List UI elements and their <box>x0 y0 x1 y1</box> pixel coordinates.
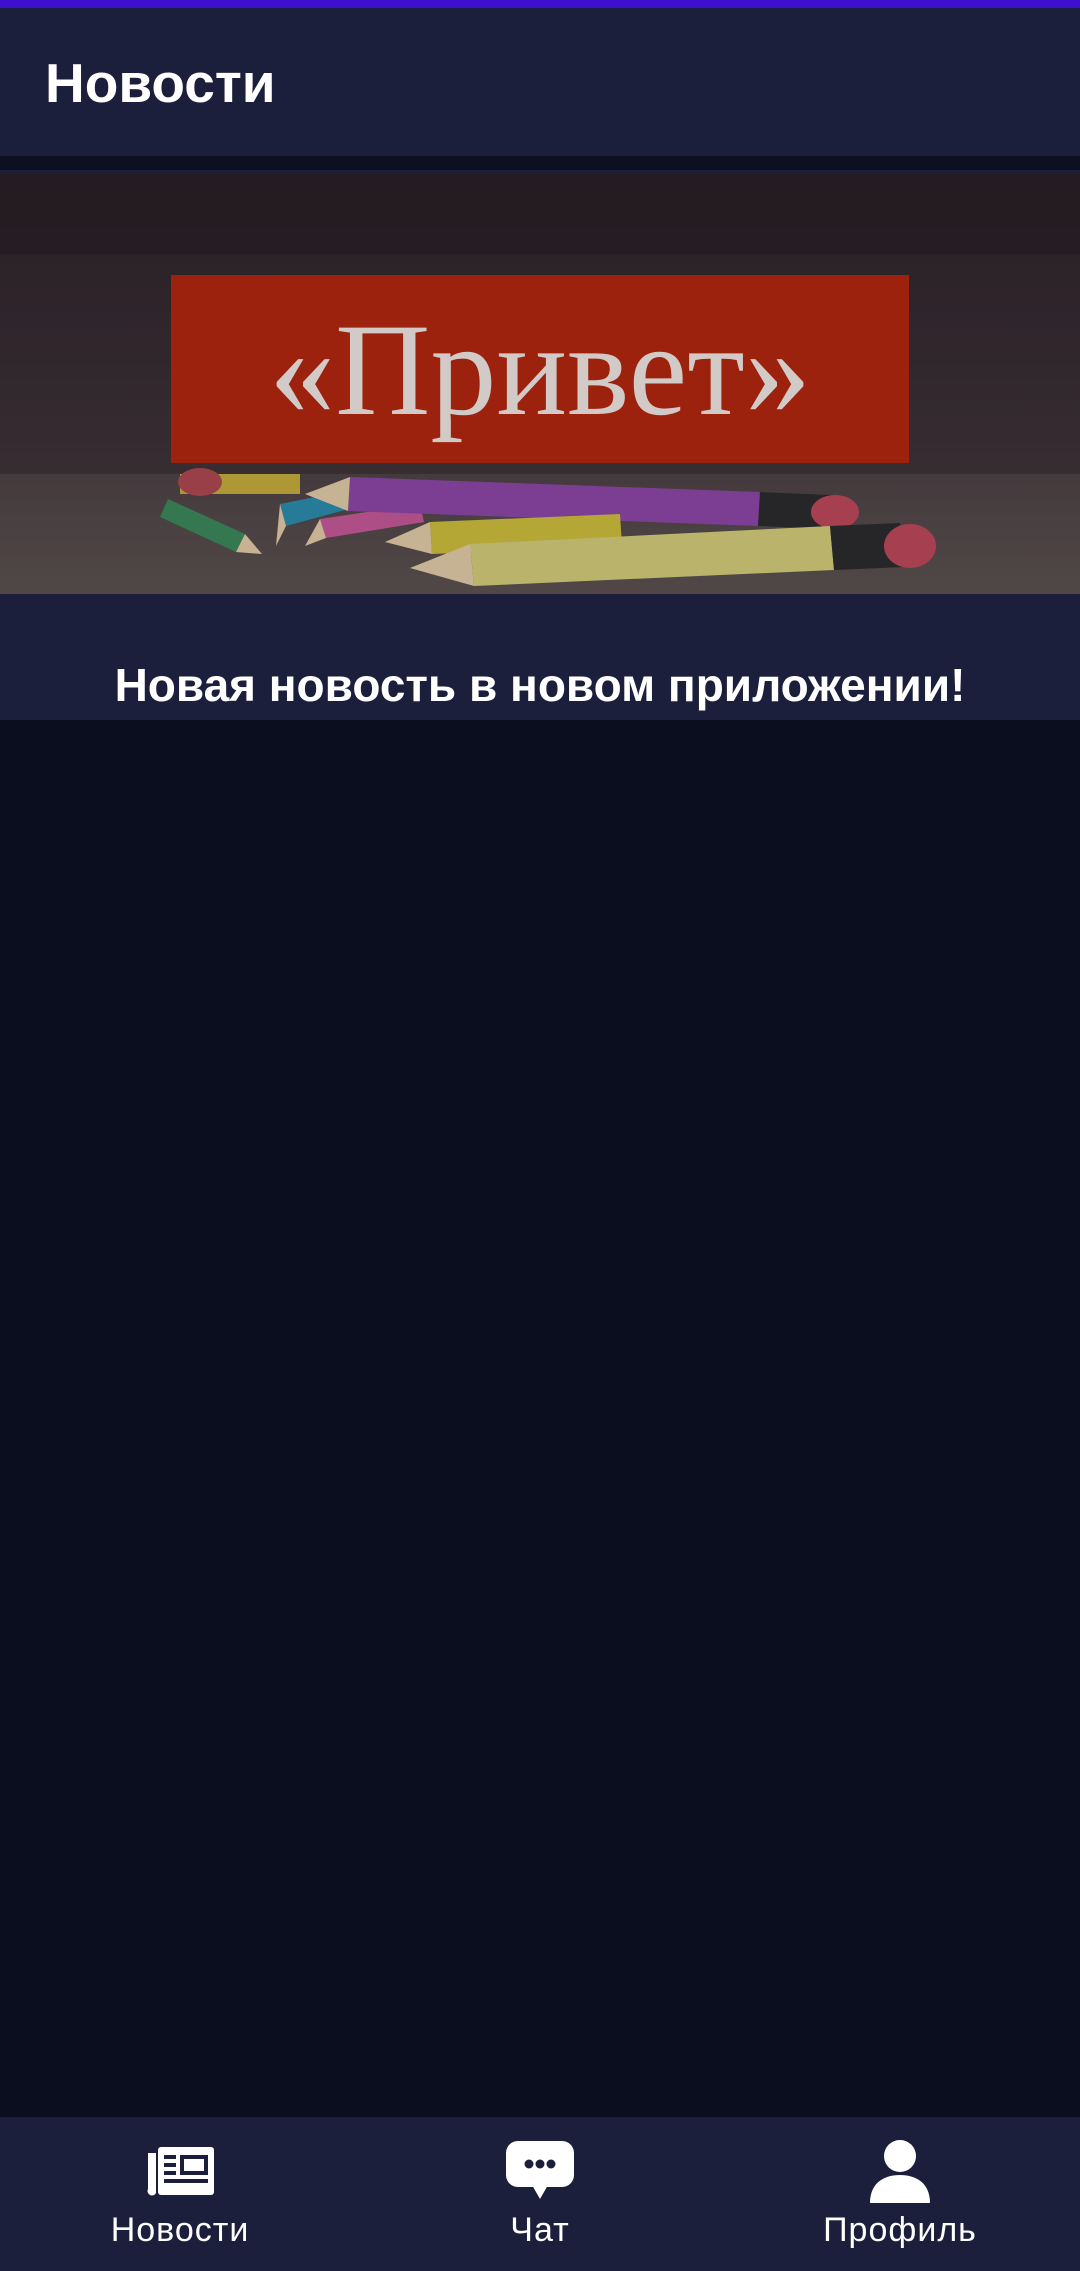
nav-item-chat[interactable]: Чат <box>360 2117 720 2271</box>
status-accent-bar <box>0 0 1080 8</box>
newspaper-icon <box>147 2147 214 2196</box>
header-divider <box>0 156 1080 170</box>
nav-label-chat: Чат <box>510 2211 570 2249</box>
nav-label-news: Новости <box>110 2211 250 2249</box>
bottom-navigation: Новости Чат Профиль <box>0 2117 1080 2271</box>
page-title: Новости <box>45 52 276 114</box>
nav-item-profile[interactable]: Профиль <box>720 2117 1080 2271</box>
person-icon <box>870 2140 930 2203</box>
news-card[interactable]: «Привет» Новая новость в новом приложени… <box>0 170 1080 720</box>
app-bar: Новости <box>0 8 1080 156</box>
news-screen: Новости «Привет» Новая новость в новом п… <box>0 0 1080 2271</box>
nav-label-profile: Профиль <box>823 2211 977 2249</box>
nav-item-news[interactable]: Новости <box>0 2117 360 2271</box>
news-image: «Привет» <box>0 174 1080 594</box>
chat-bubble-icon <box>506 2141 574 2199</box>
news-title: Новая новость в новом приложении! <box>114 659 966 711</box>
